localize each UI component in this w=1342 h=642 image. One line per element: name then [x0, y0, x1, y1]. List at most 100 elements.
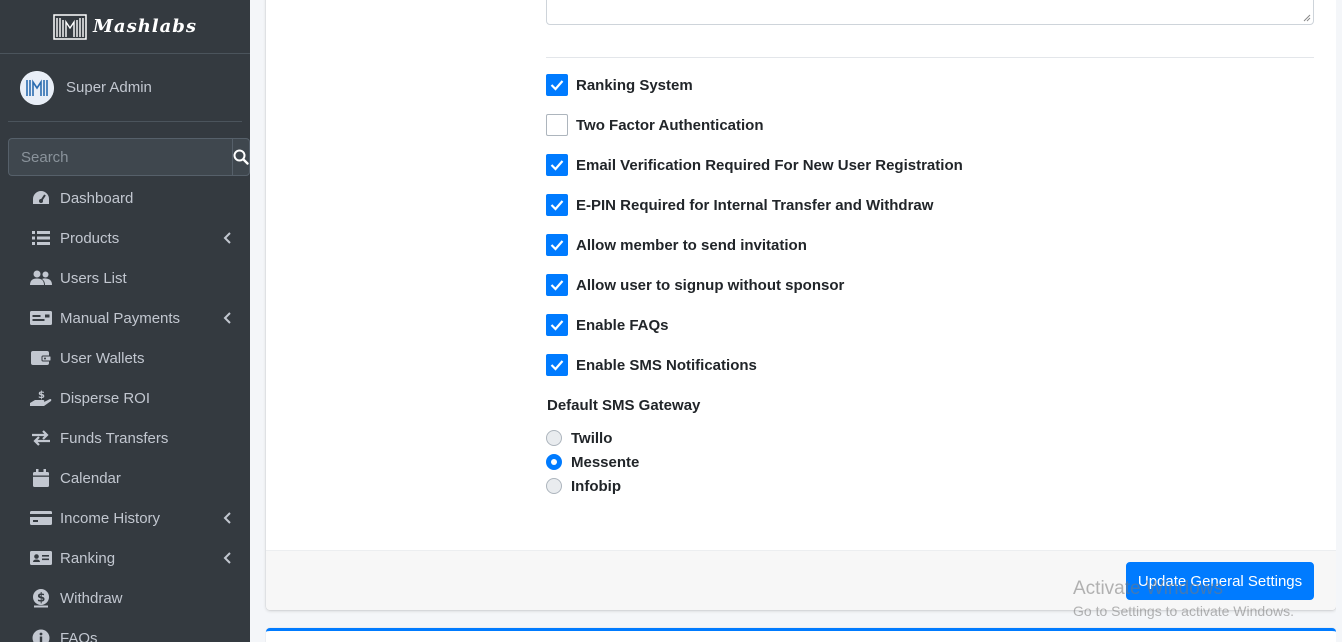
checkbox-label: Allow member to send invitation: [576, 236, 807, 254]
avatar: [20, 70, 54, 105]
sidebar-item-label: Dashboard: [60, 189, 134, 207]
sidebar-search: [8, 138, 250, 176]
radio-infobip[interactable]: Infobip: [546, 477, 621, 495]
sms-gateway-label: Default SMS Gateway: [547, 397, 701, 414]
sidebar-item-funds-transfers[interactable]: Funds Transfers: [0, 418, 250, 458]
sidebar-item-label: FAQs: [60, 629, 98, 642]
sidebar-item-label: Calendar: [60, 469, 121, 487]
sidebar-item-faqs[interactable]: FAQs: [0, 618, 250, 642]
avatar-logo-icon: [20, 70, 54, 105]
svg-text:$: $: [38, 390, 45, 401]
next-card-header: [266, 628, 1336, 642]
divider: [546, 57, 1314, 58]
id-card-icon: [30, 549, 52, 567]
sidebar-item-ranking[interactable]: Ranking: [0, 538, 250, 578]
user-name: Super Admin: [66, 79, 152, 96]
sidebar-item-user-wallets[interactable]: User Wallets: [0, 338, 250, 378]
sidebar-item-products[interactable]: Products: [0, 218, 250, 258]
sidebar-item-label: Products: [60, 229, 120, 247]
chevron-left-icon: [223, 552, 231, 564]
search-input[interactable]: [8, 138, 232, 176]
checkbox-ranking-system[interactable]: Ranking System: [546, 74, 693, 96]
wallet-icon: [30, 349, 52, 367]
sidebar-item-dashboard[interactable]: Dashboard: [0, 178, 250, 218]
checkbox-label: Allow user to signup without sponsor: [576, 276, 845, 294]
checkbox-label: Ranking System: [576, 76, 693, 94]
resize-handle-icon[interactable]: [1303, 14, 1311, 22]
checkmark-icon: [550, 360, 564, 371]
general-settings-card: [266, 0, 1336, 610]
credit-card-icon: [30, 509, 52, 527]
checkbox-email-verification[interactable]: Email Verification Required For New User…: [546, 154, 963, 176]
checkbox[interactable]: [546, 154, 568, 176]
radio-button[interactable]: [546, 430, 562, 446]
windows-activation-title: Activate Windows: [1073, 578, 1223, 599]
sidebar-item-calendar[interactable]: Calendar: [0, 458, 250, 498]
checkbox-signup-without-sponsor[interactable]: Allow user to signup without sponsor: [546, 274, 844, 296]
checkmark-icon: [550, 160, 564, 171]
checkbox[interactable]: [546, 314, 568, 336]
chevron-left-icon: [223, 512, 231, 524]
checkbox-epin-required[interactable]: E-PIN Required for Internal Transfer and…: [546, 194, 933, 216]
user-panel[interactable]: Super Admin: [8, 54, 242, 122]
sidebar: Mashlabs Super Admin Dashboard: [0, 0, 250, 642]
checkbox-enable-sms-notifications[interactable]: Enable SMS Notifications: [546, 354, 757, 376]
sidebar-nav: Dashboard Products Users List Manual Pay…: [0, 178, 250, 642]
checkbox-label: Email Verification Required For New User…: [576, 156, 963, 174]
checkmark-icon: [550, 200, 564, 211]
dollar-circle-icon: $: [30, 589, 52, 608]
brand-name: Mashlabs: [92, 16, 198, 37]
sidebar-item-label: Funds Transfers: [60, 429, 169, 447]
sidebar-item-label: Users List: [60, 269, 127, 287]
list-icon: [30, 229, 52, 247]
sidebar-item-income-history[interactable]: Income History: [0, 498, 250, 538]
sidebar-item-label: Withdraw: [60, 589, 123, 607]
checkbox-label: Enable SMS Notifications: [576, 356, 757, 374]
sidebar-item-label: Manual Payments: [60, 309, 181, 327]
sidebar-item-label: Ranking: [60, 549, 116, 567]
search-icon: [233, 149, 249, 165]
radio-label: Messente: [571, 453, 640, 471]
checkmark-icon: [550, 80, 564, 91]
radio-label: Infobip: [571, 477, 621, 495]
checkbox[interactable]: [546, 354, 568, 376]
sidebar-item-users-list[interactable]: Users List: [0, 258, 250, 298]
exchange-icon: [30, 429, 52, 447]
checkbox-label: E-PIN Required for Internal Transfer and…: [576, 196, 934, 214]
users-icon: [30, 269, 52, 287]
radio-twillo[interactable]: Twillo: [546, 429, 612, 447]
svg-text:$: $: [37, 591, 45, 605]
checkbox[interactable]: [546, 114, 568, 136]
sidebar-item-label: Income History: [60, 509, 161, 527]
brand-link[interactable]: Mashlabs: [0, 0, 250, 54]
checkbox[interactable]: [546, 274, 568, 296]
chevron-left-icon: [223, 312, 231, 324]
checkbox[interactable]: [546, 74, 568, 96]
checkbox[interactable]: [546, 234, 568, 256]
checkmark-icon: [550, 240, 564, 251]
scrollbar[interactable]: [1336, 0, 1342, 642]
radio-button[interactable]: [546, 454, 562, 470]
search-button[interactable]: [232, 138, 250, 176]
calendar-icon: [30, 469, 52, 487]
sidebar-item-label: User Wallets: [60, 349, 145, 367]
checkbox-enable-faqs[interactable]: Enable FAQs: [546, 314, 669, 336]
checkbox-allow-member-invitation[interactable]: Allow member to send invitation: [546, 234, 807, 256]
chevron-left-icon: [223, 232, 231, 244]
checkbox-two-factor-authentication[interactable]: Two Factor Authentication: [546, 114, 764, 136]
radio-messente[interactable]: Messente: [546, 453, 639, 471]
sidebar-item-disperse-roi[interactable]: $ Disperse ROI: [0, 378, 250, 418]
radio-button[interactable]: [546, 478, 562, 494]
hand-holding-dollar-icon: $: [30, 389, 52, 407]
money-check-icon: [30, 309, 52, 327]
sidebar-item-withdraw[interactable]: $ Withdraw: [0, 578, 250, 618]
windows-activation-subtitle: Go to Settings to activate Windows.: [1073, 603, 1294, 619]
radio-label: Twillo: [571, 429, 613, 447]
checkbox-label: Enable FAQs: [576, 316, 669, 334]
checkmark-icon: [550, 280, 564, 291]
checkmark-icon: [550, 320, 564, 331]
checkbox-label: Two Factor Authentication: [576, 116, 764, 134]
sidebar-item-manual-payments[interactable]: Manual Payments: [0, 298, 250, 338]
checkbox[interactable]: [546, 194, 568, 216]
settings-textarea[interactable]: [546, 0, 1314, 25]
